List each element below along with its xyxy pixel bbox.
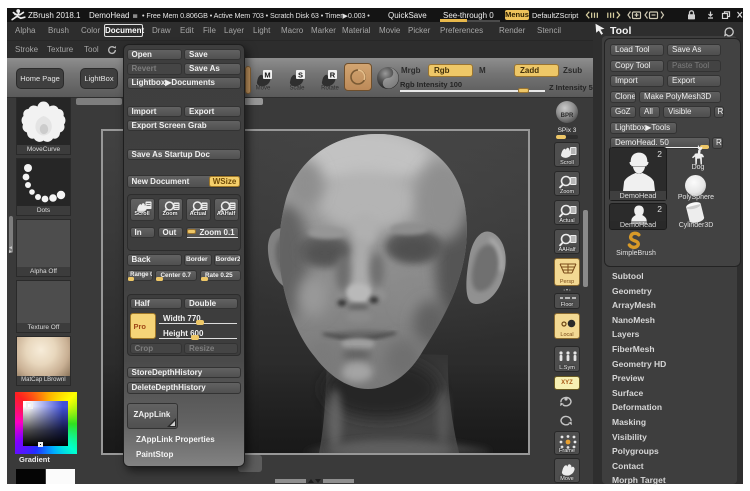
- svg-text:Rotate: Rotate: [321, 86, 339, 92]
- svg-text:R: R: [330, 70, 336, 79]
- svg-text:M: M: [264, 70, 270, 79]
- svg-text:S: S: [298, 70, 303, 79]
- svg-text:Move: Move: [256, 86, 271, 92]
- svg-text:Scale: Scale: [289, 86, 305, 92]
- svg-text:BPR: BPR: [561, 113, 574, 119]
